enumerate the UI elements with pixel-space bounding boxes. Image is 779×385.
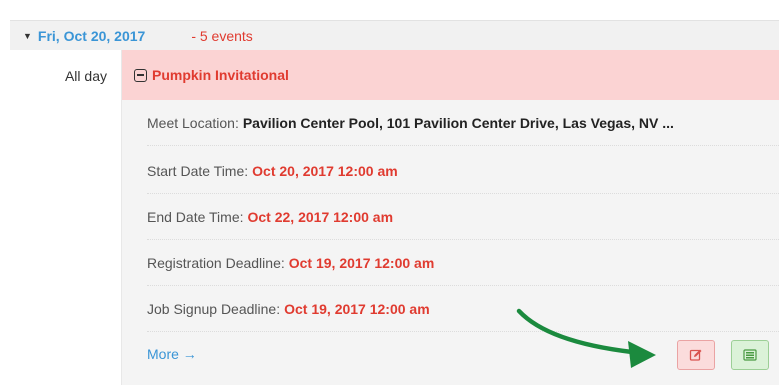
edit-icon [689,349,702,361]
detail-label: Registration Deadline: [147,254,285,271]
detail-value: Oct 22, 2017 12:00 am [247,208,394,225]
time-column: All day [10,50,122,385]
detail-label: End Date Time: [147,208,244,225]
edit-button[interactable] [677,340,715,370]
event-count: - 5 events [191,27,253,44]
event-title[interactable]: Pumpkin Invitational [152,67,289,83]
detail-value: Pavilion Center Pool, 101 Pavilion Cente… [242,114,674,131]
detail-label: Meet Location: [147,114,239,131]
detail-start-date-time: Start Date Time: Oct 20, 2017 12:00 am [147,148,779,194]
more-link[interactable]: More → [147,346,197,362]
minus-square-icon[interactable] [134,68,147,82]
caret-down-icon[interactable]: ▼ [23,31,32,41]
detail-end-date-time: End Date Time: Oct 22, 2017 12:00 am [147,194,779,240]
detail-value: Oct 19, 2017 12:00 am [288,254,435,271]
calendar-list-view: ▼ Fri, Oct 20, 2017 - 5 events All day P… [0,0,779,385]
detail-label: Start Date Time: [147,162,249,179]
detail-registration-deadline: Registration Deadline: Oct 19, 2017 12:0… [147,240,779,286]
detail-label: Job Signup Deadline: [147,300,281,317]
detail-value: Oct 20, 2017 12:00 am [252,162,398,179]
event-title-bar[interactable]: Pumpkin Invitational [122,50,779,100]
list-icon [743,349,757,361]
all-day-label: All day [64,68,107,84]
detail-job-signup-deadline: Job Signup Deadline: Oct 19, 2017 12:00 … [147,286,779,332]
day-header[interactable]: ▼ Fri, Oct 20, 2017 - 5 events [10,20,779,50]
day-date[interactable]: Fri, Oct 20, 2017 [38,28,145,44]
event-details: Meet Location: Pavilion Center Pool, 101… [122,100,779,385]
view-details-button[interactable] [731,340,769,370]
detail-value: Oct 19, 2017 12:00 am [284,300,430,317]
detail-meet-location: Meet Location: Pavilion Center Pool, 101… [147,100,779,146]
